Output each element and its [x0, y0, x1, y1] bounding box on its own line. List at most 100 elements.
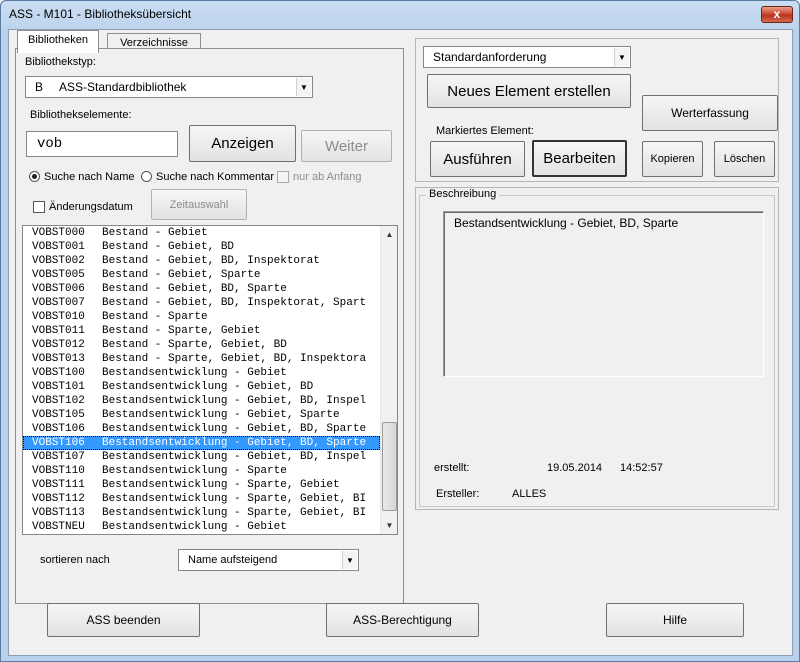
list-scrollbar[interactable]: ▲ ▼: [380, 226, 397, 534]
chevron-down-icon[interactable]: ▼: [342, 551, 357, 569]
list-item-code: VOBST107: [32, 451, 85, 463]
list-item[interactable]: VOBST107 Bestandsentwicklung - Gebiet, BD…: [23, 450, 380, 464]
new-element-button[interactable]: Neues Element erstellen: [427, 74, 631, 108]
library-type-select[interactable]: B ASS-Standardbibliothek ▼: [25, 76, 313, 98]
list-item-code: VOBST106: [32, 437, 85, 449]
list-item[interactable]: VOBST111 Bestandsentwicklung - Sparte, Ge…: [23, 478, 380, 492]
list-item-text: Bestandsentwicklung - Gebiet, BD, Inspel: [102, 395, 367, 407]
list-item-text: Bestandsentwicklung - Gebiet: [102, 521, 287, 533]
close-button[interactable]: x: [761, 6, 793, 23]
list-item-code: VOBST001: [32, 241, 85, 253]
app-window: ASS - M101 - Bibliotheksübersicht x Bibl…: [0, 0, 800, 662]
chevron-down-icon[interactable]: ▼: [296, 78, 311, 96]
next-button[interactable]: Weiter: [301, 130, 392, 162]
list-item[interactable]: VOBST106 Bestandsentwicklung - Gebiet, BD…: [23, 422, 380, 436]
list-item-text: Bestand - Sparte, Gebiet, BD: [102, 339, 287, 351]
creator-label: Ersteller:: [436, 488, 480, 500]
list-item-code: VOBST100: [32, 367, 85, 379]
description-title: Beschreibung: [426, 188, 500, 200]
radio-search-comment[interactable]: [141, 171, 152, 182]
library-elements-label: Bibliothekselemente:: [30, 109, 132, 121]
list-item-text: Bestand - Gebiet, BD, Sparte: [102, 283, 287, 295]
list-item-code: VOBST101: [32, 381, 85, 393]
radio-search-name[interactable]: [29, 171, 40, 182]
value-entry-button[interactable]: Werterfassung: [642, 95, 778, 131]
scroll-down-icon[interactable]: ▼: [381, 517, 397, 534]
list-item-code: VOBSTZZZ: [32, 534, 102, 535]
list-item[interactable]: VOBST113 Bestandsentwicklung - Sparte, Ge…: [23, 506, 380, 520]
list-item-text: Bestandsentwicklung - Sparte, Gebiet: [102, 479, 340, 491]
list-item-text: Bestand - Sparte, Gebiet, BD, Inspektora: [102, 353, 367, 365]
request-value: Standardanforderung: [433, 50, 547, 64]
tab-bibliotheken[interactable]: Bibliotheken: [17, 30, 99, 53]
tab-label: Bibliotheken: [28, 34, 88, 46]
list-item-text: Bestandsentwicklung - Gebiet, BD, Sparte: [102, 423, 367, 435]
list-item-text: Bestandsentwicklung - Gebiet, BD, Inspel: [102, 451, 367, 463]
list-item-text: Bestand - Sparte, Gebiet: [102, 325, 261, 337]
delete-button[interactable]: Löschen: [714, 141, 775, 177]
list-item[interactable]: VOBST010 Bestand - Sparte: [23, 310, 380, 324]
chevron-down-icon[interactable]: ▼: [614, 48, 629, 66]
list-item-text: Bestandsentwicklung - Gebiet, BD: [102, 381, 314, 393]
edit-button[interactable]: Bearbeiten: [532, 140, 627, 177]
close-icon: x: [773, 7, 781, 21]
actions-frame: Standardanforderung ▼ Neues Element erst…: [415, 38, 779, 182]
created-time: 14:52:57: [620, 462, 663, 474]
sort-label: sortieren nach: [40, 554, 110, 566]
list-item-code: VOBST111: [32, 479, 85, 491]
list-item-code: VOBST110: [32, 465, 85, 477]
list-item[interactable]: VOBST100 Bestandsentwicklung - Gebiet: [23, 366, 380, 380]
check-only-start[interactable]: [277, 171, 289, 183]
list-item[interactable]: VOBSTZZZBESTAND: GRUNDBILD GEBIET: [23, 534, 380, 535]
execute-button[interactable]: Ausführen: [430, 141, 525, 177]
description-frame: Beschreibung Bestandsentwicklung - Gebie…: [415, 187, 779, 510]
authorization-button[interactable]: ASS-Berechtigung: [326, 603, 479, 637]
scroll-up-icon[interactable]: ▲: [381, 226, 397, 243]
list-item[interactable]: VOBST002 Bestand - Gebiet, BD, Inspektora…: [23, 254, 380, 268]
sort-select[interactable]: Name aufsteigend ▼: [178, 549, 359, 571]
list-item-text: Bestand - Gebiet, BD, Inspektorat, Spart: [102, 297, 367, 309]
sort-value: Name aufsteigend: [188, 554, 278, 566]
list-item[interactable]: VOBST013 Bestand - Sparte, Gebiet, BD, In…: [23, 352, 380, 366]
check-change-date[interactable]: [33, 201, 45, 213]
list-item-text: Bestandsentwicklung - Gebiet, BD, Sparte: [102, 437, 367, 449]
list-item-text: Bestandsentwicklung - Gebiet: [102, 367, 287, 379]
list-item[interactable]: VOBST101 Bestandsentwicklung - Gebiet, BD: [23, 380, 380, 394]
list-item[interactable]: VOBST105 Bestandsentwicklung - Gebiet, Sp…: [23, 408, 380, 422]
list-item-text: Bestand - Gebiet, BD: [102, 241, 235, 253]
quit-button[interactable]: ASS beenden: [47, 603, 200, 637]
list-item-code: VOBST112: [32, 493, 85, 505]
description-text: Bestandsentwicklung - Gebiet, BD, Sparte: [443, 211, 764, 377]
list-item[interactable]: VOBST011 Bestand - Sparte, Gebiet: [23, 324, 380, 338]
title-bar[interactable]: ASS - M101 - Bibliotheksübersicht x: [1, 1, 799, 29]
library-element-list[interactable]: VOBST000 Bestand - Gebiet VOBST001 Bestand …: [22, 225, 398, 535]
list-item[interactable]: VOBST007 Bestand - Gebiet, BD, Inspektora…: [23, 296, 380, 310]
search-input[interactable]: vob: [26, 131, 178, 157]
list-item-code: VOBST006: [32, 283, 85, 295]
list-item[interactable]: VOBST012 Bestand - Sparte, Gebiet, BD: [23, 338, 380, 352]
request-select[interactable]: Standardanforderung ▼: [423, 46, 631, 68]
list-item[interactable]: VOBST106 Bestandsentwicklung - Gebiet, BD…: [23, 436, 380, 450]
list-item[interactable]: VOBST112 Bestandsentwicklung - Sparte, Ge…: [23, 492, 380, 506]
list-item[interactable]: VOBSTNEU Bestandsentwicklung - Gebiet: [23, 520, 380, 534]
check-change-date-label: Änderungsdatum: [49, 201, 133, 213]
list-item[interactable]: VOBST006 Bestand - Gebiet, BD, Sparte: [23, 282, 380, 296]
list-item-code: VOBST011: [32, 325, 85, 337]
list-item-code: VOBST002: [32, 255, 85, 267]
library-type-code: B: [35, 80, 44, 94]
list-item-text: Bestand - Sparte: [102, 311, 208, 323]
marked-element-label: Markiertes Element:: [436, 125, 534, 137]
show-button[interactable]: Anzeigen: [189, 125, 296, 162]
list-item[interactable]: VOBST005 Bestand - Gebiet, Sparte: [23, 268, 380, 282]
time-select-button[interactable]: Zeitauswahl: [151, 189, 247, 220]
list-item[interactable]: VOBST000 Bestand - Gebiet: [23, 226, 380, 240]
list-item[interactable]: VOBST001 Bestand - Gebiet, BD: [23, 240, 380, 254]
scroll-thumb[interactable]: [382, 422, 397, 511]
list-item-code: VOBST005: [32, 269, 85, 281]
list-item-text: Bestand - Gebiet: [102, 227, 208, 239]
copy-button[interactable]: Kopieren: [642, 141, 703, 177]
list-item[interactable]: VOBST110 Bestandsentwicklung - Sparte: [23, 464, 380, 478]
list-item-code: VOBST000: [32, 227, 85, 239]
list-item[interactable]: VOBST102 Bestandsentwicklung - Gebiet, BD…: [23, 394, 380, 408]
help-button[interactable]: Hilfe: [606, 603, 744, 637]
